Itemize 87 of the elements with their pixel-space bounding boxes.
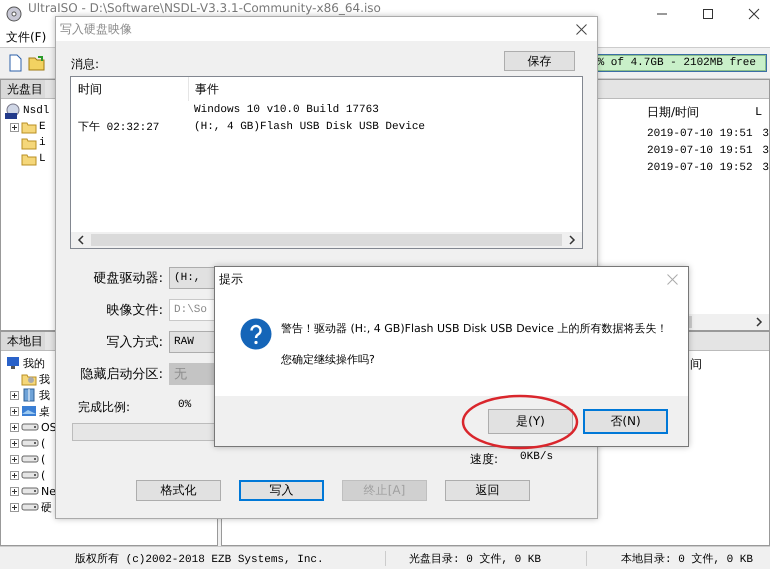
pane-tab[interactable]: 本地目 xyxy=(1,332,45,350)
expand-icon[interactable] xyxy=(10,122,19,132)
tree-item[interactable]: 硬 xyxy=(41,500,52,514)
column-header[interactable]: L xyxy=(755,105,762,119)
folder-icon xyxy=(21,136,37,150)
expand-icon[interactable] xyxy=(10,470,19,480)
status-text: 光盘目录: 0 文件, 0 KB xyxy=(385,550,586,566)
dropdown[interactable]: RAW xyxy=(169,331,215,353)
dialog-button[interactable]: 写入 xyxy=(239,480,324,501)
expand-icon[interactable] xyxy=(10,502,19,512)
pane-tab[interactable]: 光盘目 xyxy=(1,80,45,98)
open-folder-icon[interactable] xyxy=(28,54,46,72)
tree-item[interactable]: ( xyxy=(41,452,46,466)
close-icon[interactable] xyxy=(576,24,587,34)
progress-value: 0% xyxy=(178,399,192,413)
speed-label: 速度: xyxy=(470,451,498,468)
expand-icon[interactable] xyxy=(10,438,19,448)
column-header[interactable]: 事件 xyxy=(189,80,219,98)
drive-icon xyxy=(21,502,39,512)
table-cell-text: 下午 02:32:27 xyxy=(78,120,160,134)
drive-icon xyxy=(21,438,39,448)
document-icon xyxy=(21,388,37,402)
table-cell: 3 xyxy=(762,128,769,140)
warning-message: 警告！驱动器 (H:, 4 GB)Flash USB Disk USB Device 上的所有数据将丢失！ xyxy=(281,321,668,336)
expand-icon[interactable] xyxy=(10,486,19,496)
tree-item[interactable]: ( xyxy=(41,436,46,450)
folder-icon xyxy=(21,120,37,134)
messages-label: 消息: xyxy=(71,56,100,73)
dialog-title: 提示 xyxy=(219,270,243,288)
save-button[interactable]: 保存 xyxy=(504,51,575,71)
tree-item[interactable]: 桌 xyxy=(39,404,50,418)
disc-icon xyxy=(6,6,22,22)
dialog-button[interactable]: 返回 xyxy=(445,480,530,501)
question-text: 您确定继续操作吗? xyxy=(281,352,376,367)
field-label: 映像文件: xyxy=(106,302,163,319)
table-cell-text: 2019-07-10 19:51 xyxy=(647,144,754,156)
folder-icon xyxy=(21,372,37,386)
tree-item[interactable]: L xyxy=(39,153,46,165)
disc-icon xyxy=(5,103,21,119)
status-text: 版权所有 (c)2002-2018 EZB Systems, Inc. xyxy=(74,552,325,566)
dialog-button[interactable]: 是(Y) xyxy=(488,408,573,434)
field-label: 写入方式: xyxy=(106,334,163,351)
expand-icon[interactable] xyxy=(10,390,19,400)
close-icon[interactable] xyxy=(748,8,760,20)
column-header[interactable]: 时间 xyxy=(71,77,189,101)
expand-icon[interactable] xyxy=(10,422,19,432)
column-header[interactable]: 间 xyxy=(690,356,702,372)
field-label: 硬盘驱动器: xyxy=(92,270,163,287)
scroll-right-icon[interactable] xyxy=(755,317,763,327)
window-title: UltraISO - D:\Software\NSDL-V3.3.1-Community-x86_64.iso xyxy=(28,1,381,15)
dialog-button[interactable]: 否(N) xyxy=(583,408,668,434)
drive-icon xyxy=(21,422,39,432)
scroll-right-icon[interactable] xyxy=(568,235,576,245)
question-icon xyxy=(240,318,272,350)
table-cell-text: 2019-07-10 19:51 xyxy=(647,128,754,140)
drive-icon xyxy=(21,454,39,464)
table-cell: 3 xyxy=(762,144,769,156)
expand-icon[interactable] xyxy=(10,406,19,416)
table-cell: 3 xyxy=(762,162,769,174)
tree-item[interactable]: Nsdl xyxy=(23,105,50,117)
expand-icon[interactable] xyxy=(10,454,19,464)
table-cell-text: Windows 10 v10.0 Build 17763 xyxy=(193,104,379,116)
computer-icon xyxy=(5,356,21,370)
dialog-button[interactable]: 格式化 xyxy=(136,480,221,501)
field-label: 隐藏启动分区: xyxy=(80,366,163,383)
progress-label: 完成比例: xyxy=(78,399,132,416)
scroll-left-icon[interactable] xyxy=(77,235,85,245)
desktop-icon xyxy=(21,404,37,418)
maximize-icon[interactable] xyxy=(702,8,714,20)
dropdown[interactable]: (H:, xyxy=(169,267,215,289)
drive-icon xyxy=(21,486,39,496)
drive-icon xyxy=(21,470,39,480)
table-cell-text: 2019-07-10 19:52 xyxy=(647,162,754,174)
tree-item[interactable]: 我 xyxy=(39,372,50,386)
status-text: 本地目录: 0 文件, 0 KB xyxy=(586,550,754,566)
tree-item[interactable]: 我的 xyxy=(23,356,45,370)
menu-item[interactable]: 文件(F) xyxy=(6,28,46,46)
table-cell-text: (H:, 4 GB)Flash USB Disk USB Device xyxy=(193,120,426,132)
tree-item[interactable]: ( xyxy=(41,468,46,482)
dialog-title: 写入硬盘映像 xyxy=(60,20,132,38)
tree-item[interactable]: E xyxy=(39,121,46,133)
tree-item[interactable]: Ne xyxy=(41,484,56,498)
folder-icon xyxy=(21,152,37,166)
speed-value: 0KB/s xyxy=(520,451,554,465)
tree-item[interactable]: 我 xyxy=(39,388,50,402)
column-header[interactable]: 日期/时间 xyxy=(647,104,755,120)
tree-item[interactable]: i xyxy=(39,137,46,149)
